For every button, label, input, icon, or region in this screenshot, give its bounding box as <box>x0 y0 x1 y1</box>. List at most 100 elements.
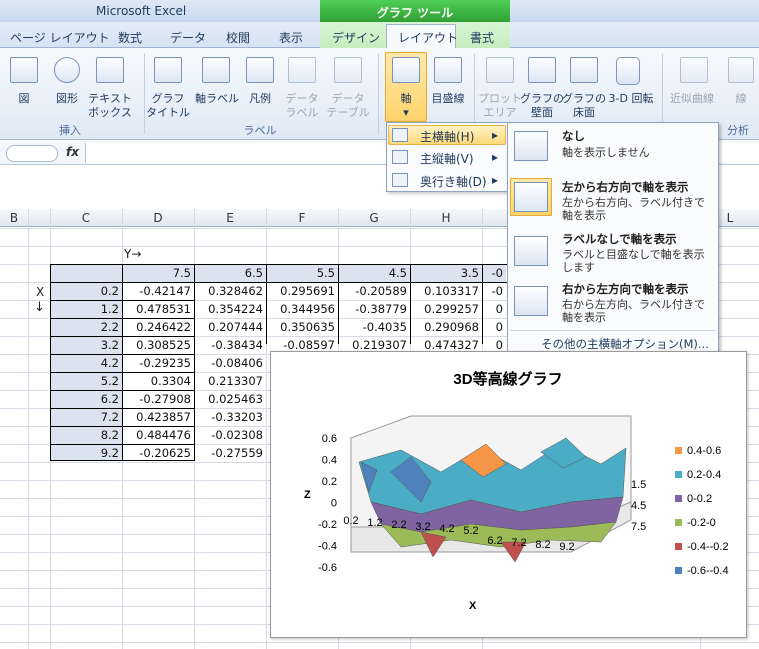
option-no-labels-title[interactable]: ラベルなしで軸を表示 <box>562 231 677 247</box>
data-cell[interactable]: -0.27559 <box>194 444 266 462</box>
column-header-c[interactable]: C <box>50 211 122 225</box>
data-cell[interactable]: 0.328462 <box>194 282 266 300</box>
x-value-cell[interactable]: 1.2 <box>50 300 122 318</box>
chart-title[interactable]: 3D等高線グラフ <box>453 370 562 388</box>
data-cell[interactable]: 0.484476 <box>122 426 194 444</box>
data-cell[interactable]: 0.344956 <box>266 300 338 318</box>
chart-title-button[interactable]: グラフ <box>148 92 188 106</box>
tab-data[interactable]: データ <box>170 29 206 46</box>
data-cell[interactable]: -0.27908 <box>122 390 194 408</box>
trendline-button[interactable]: 近似曲線 <box>664 92 720 106</box>
tab-layout[interactable]: レイアウト <box>398 29 458 46</box>
chart-floor-button-line2[interactable]: 床面 <box>562 106 606 120</box>
data-cell[interactable]: -0.02308 <box>194 426 266 444</box>
tab-page-layout[interactable]: ページ レイアウト <box>10 29 110 46</box>
data-cell[interactable]: 0.207444 <box>194 318 266 336</box>
x-value-cell[interactable]: 8.2 <box>50 426 122 444</box>
data-cell[interactable]: 0.350635 <box>266 318 338 336</box>
menu-item-primary-horizontal-axis[interactable]: 主横軸(H) <box>420 128 474 145</box>
picture-button[interactable]: 図 <box>12 92 36 106</box>
textbox-button[interactable]: テキスト <box>86 92 134 106</box>
no-labels-axis-icon[interactable] <box>514 236 548 266</box>
data-labels-button[interactable]: データ <box>282 92 322 106</box>
tab-view[interactable]: 表示 <box>279 29 303 46</box>
plot-area-button[interactable]: プロット <box>478 92 522 106</box>
gridlines-button[interactable]: 目盛線 <box>428 92 468 106</box>
data-cell[interactable]: -0.20589 <box>338 282 410 300</box>
data-cell[interactable]: 0.295691 <box>266 282 338 300</box>
column-header-b[interactable]: B <box>0 211 28 225</box>
right-to-left-axis-icon[interactable] <box>514 286 548 316</box>
legend-button[interactable]: 凡例 <box>244 92 276 106</box>
menu-item-primary-vertical-axis[interactable]: 主縦軸(V) <box>420 150 474 167</box>
shapes-button[interactable]: 図形 <box>50 92 84 106</box>
y-header-cell[interactable]: -0 <box>482 264 506 282</box>
y-header-cell[interactable]: 4.5 <box>338 264 410 282</box>
column-header-e[interactable]: E <box>194 211 266 225</box>
axes-button[interactable]: 軸 <box>390 92 422 106</box>
data-cell[interactable]: 0.3304 <box>122 372 194 390</box>
x-value-cell[interactable]: 2.2 <box>50 318 122 336</box>
x-value-cell[interactable]: 7.2 <box>50 408 122 426</box>
chart-wall-button[interactable]: グラフの <box>520 92 564 106</box>
name-box[interactable] <box>6 145 58 162</box>
textbox-button-line2[interactable]: ボックス <box>86 106 134 120</box>
no-axis-icon[interactable] <box>514 131 548 161</box>
3d-rotation-button[interactable]: 3-D 回転 <box>604 92 658 106</box>
data-cell[interactable]: -0.38434 <box>194 336 266 354</box>
data-cell[interactable]: 0.299257 <box>410 300 482 318</box>
x-value-cell[interactable]: 4.2 <box>50 354 122 372</box>
data-cell[interactable]: 0.246422 <box>122 318 194 336</box>
column-header-d[interactable]: D <box>122 211 194 225</box>
data-cell[interactable]: -0.4035 <box>338 318 410 336</box>
data-cell[interactable]: 0.308525 <box>122 336 194 354</box>
data-cell[interactable]: 0.478531 <box>122 300 194 318</box>
data-cell[interactable]: -0.42147 <box>122 282 194 300</box>
data-cell[interactable]: 0 <box>482 318 506 336</box>
data-table-button[interactable]: データ <box>326 92 370 106</box>
data-table-button-line2[interactable]: テーブル <box>324 106 372 120</box>
chart-title-button-line2[interactable]: タイトル <box>146 106 190 120</box>
y-header-cell[interactable]: 7.5 <box>122 264 194 282</box>
chart-floor-button[interactable]: グラフの <box>562 92 606 106</box>
option-none-title[interactable]: なし <box>562 128 585 144</box>
data-cell[interactable]: -0 <box>482 282 506 300</box>
data-cell[interactable]: -0.33203 <box>194 408 266 426</box>
lines-button[interactable]: 線 <box>730 92 752 106</box>
data-cell[interactable]: -0.08406 <box>194 354 266 372</box>
x-value-cell[interactable]: 5.2 <box>50 372 122 390</box>
function-icon[interactable]: fx <box>66 145 79 159</box>
x-value-cell[interactable]: 6.2 <box>50 390 122 408</box>
y-header-cell[interactable]: 6.5 <box>194 264 266 282</box>
data-cell[interactable]: -0.29235 <box>122 354 194 372</box>
y-header-cell[interactable]: 3.5 <box>410 264 482 282</box>
chart-wall-button-line2[interactable]: 壁面 <box>520 106 564 120</box>
chart-legend[interactable]: 0.4-0.6 0.2-0.4 0-0.2 -0.2-0 -0.4--0.2 -0.6--… <box>675 445 729 577</box>
y-header-cell[interactable]: 5.5 <box>266 264 338 282</box>
option-right-to-left-title[interactable]: 右から左方向で軸を表示 <box>562 281 689 297</box>
data-cell[interactable]: -0.38779 <box>338 300 410 318</box>
data-cell[interactable]: 0 <box>482 300 506 318</box>
data-cell[interactable]: 0.423857 <box>122 408 194 426</box>
column-header-h[interactable]: H <box>410 211 482 225</box>
column-header-f[interactable]: F <box>266 211 338 225</box>
option-left-to-right-title[interactable]: 左から右方向で軸を表示 <box>562 179 689 195</box>
data-cell[interactable]: 0.025463 <box>194 390 266 408</box>
plot-area-button-line2[interactable]: エリア <box>478 106 522 120</box>
tab-design[interactable]: デザイン <box>332 29 380 46</box>
tab-review[interactable]: 校閲 <box>226 29 250 46</box>
data-cell[interactable]: 0.103317 <box>410 282 482 300</box>
axis-labels-button[interactable]: 軸ラベル <box>194 92 240 106</box>
tab-format[interactable]: 書式 <box>470 29 494 46</box>
data-cell[interactable]: 0.213307 <box>194 372 266 390</box>
data-cell[interactable]: 0.290968 <box>410 318 482 336</box>
more-axis-options-item[interactable]: その他の主横軸オプション(M)... <box>541 336 709 352</box>
left-to-right-axis-icon[interactable] <box>514 182 548 212</box>
data-labels-button-line2[interactable]: ラベル <box>282 106 322 120</box>
surface-chart[interactable]: 3D等高線グラフ Z X 0.60.40.20-0.2-0.4-0.6 0.2 1… <box>271 352 746 637</box>
column-header-g[interactable]: G <box>338 211 410 225</box>
x-value-cell[interactable]: 0.2 <box>50 282 122 300</box>
x-value-cell[interactable]: 3.2 <box>50 336 122 354</box>
data-cell[interactable]: 0.354224 <box>194 300 266 318</box>
tab-formulas[interactable]: 数式 <box>118 29 142 46</box>
